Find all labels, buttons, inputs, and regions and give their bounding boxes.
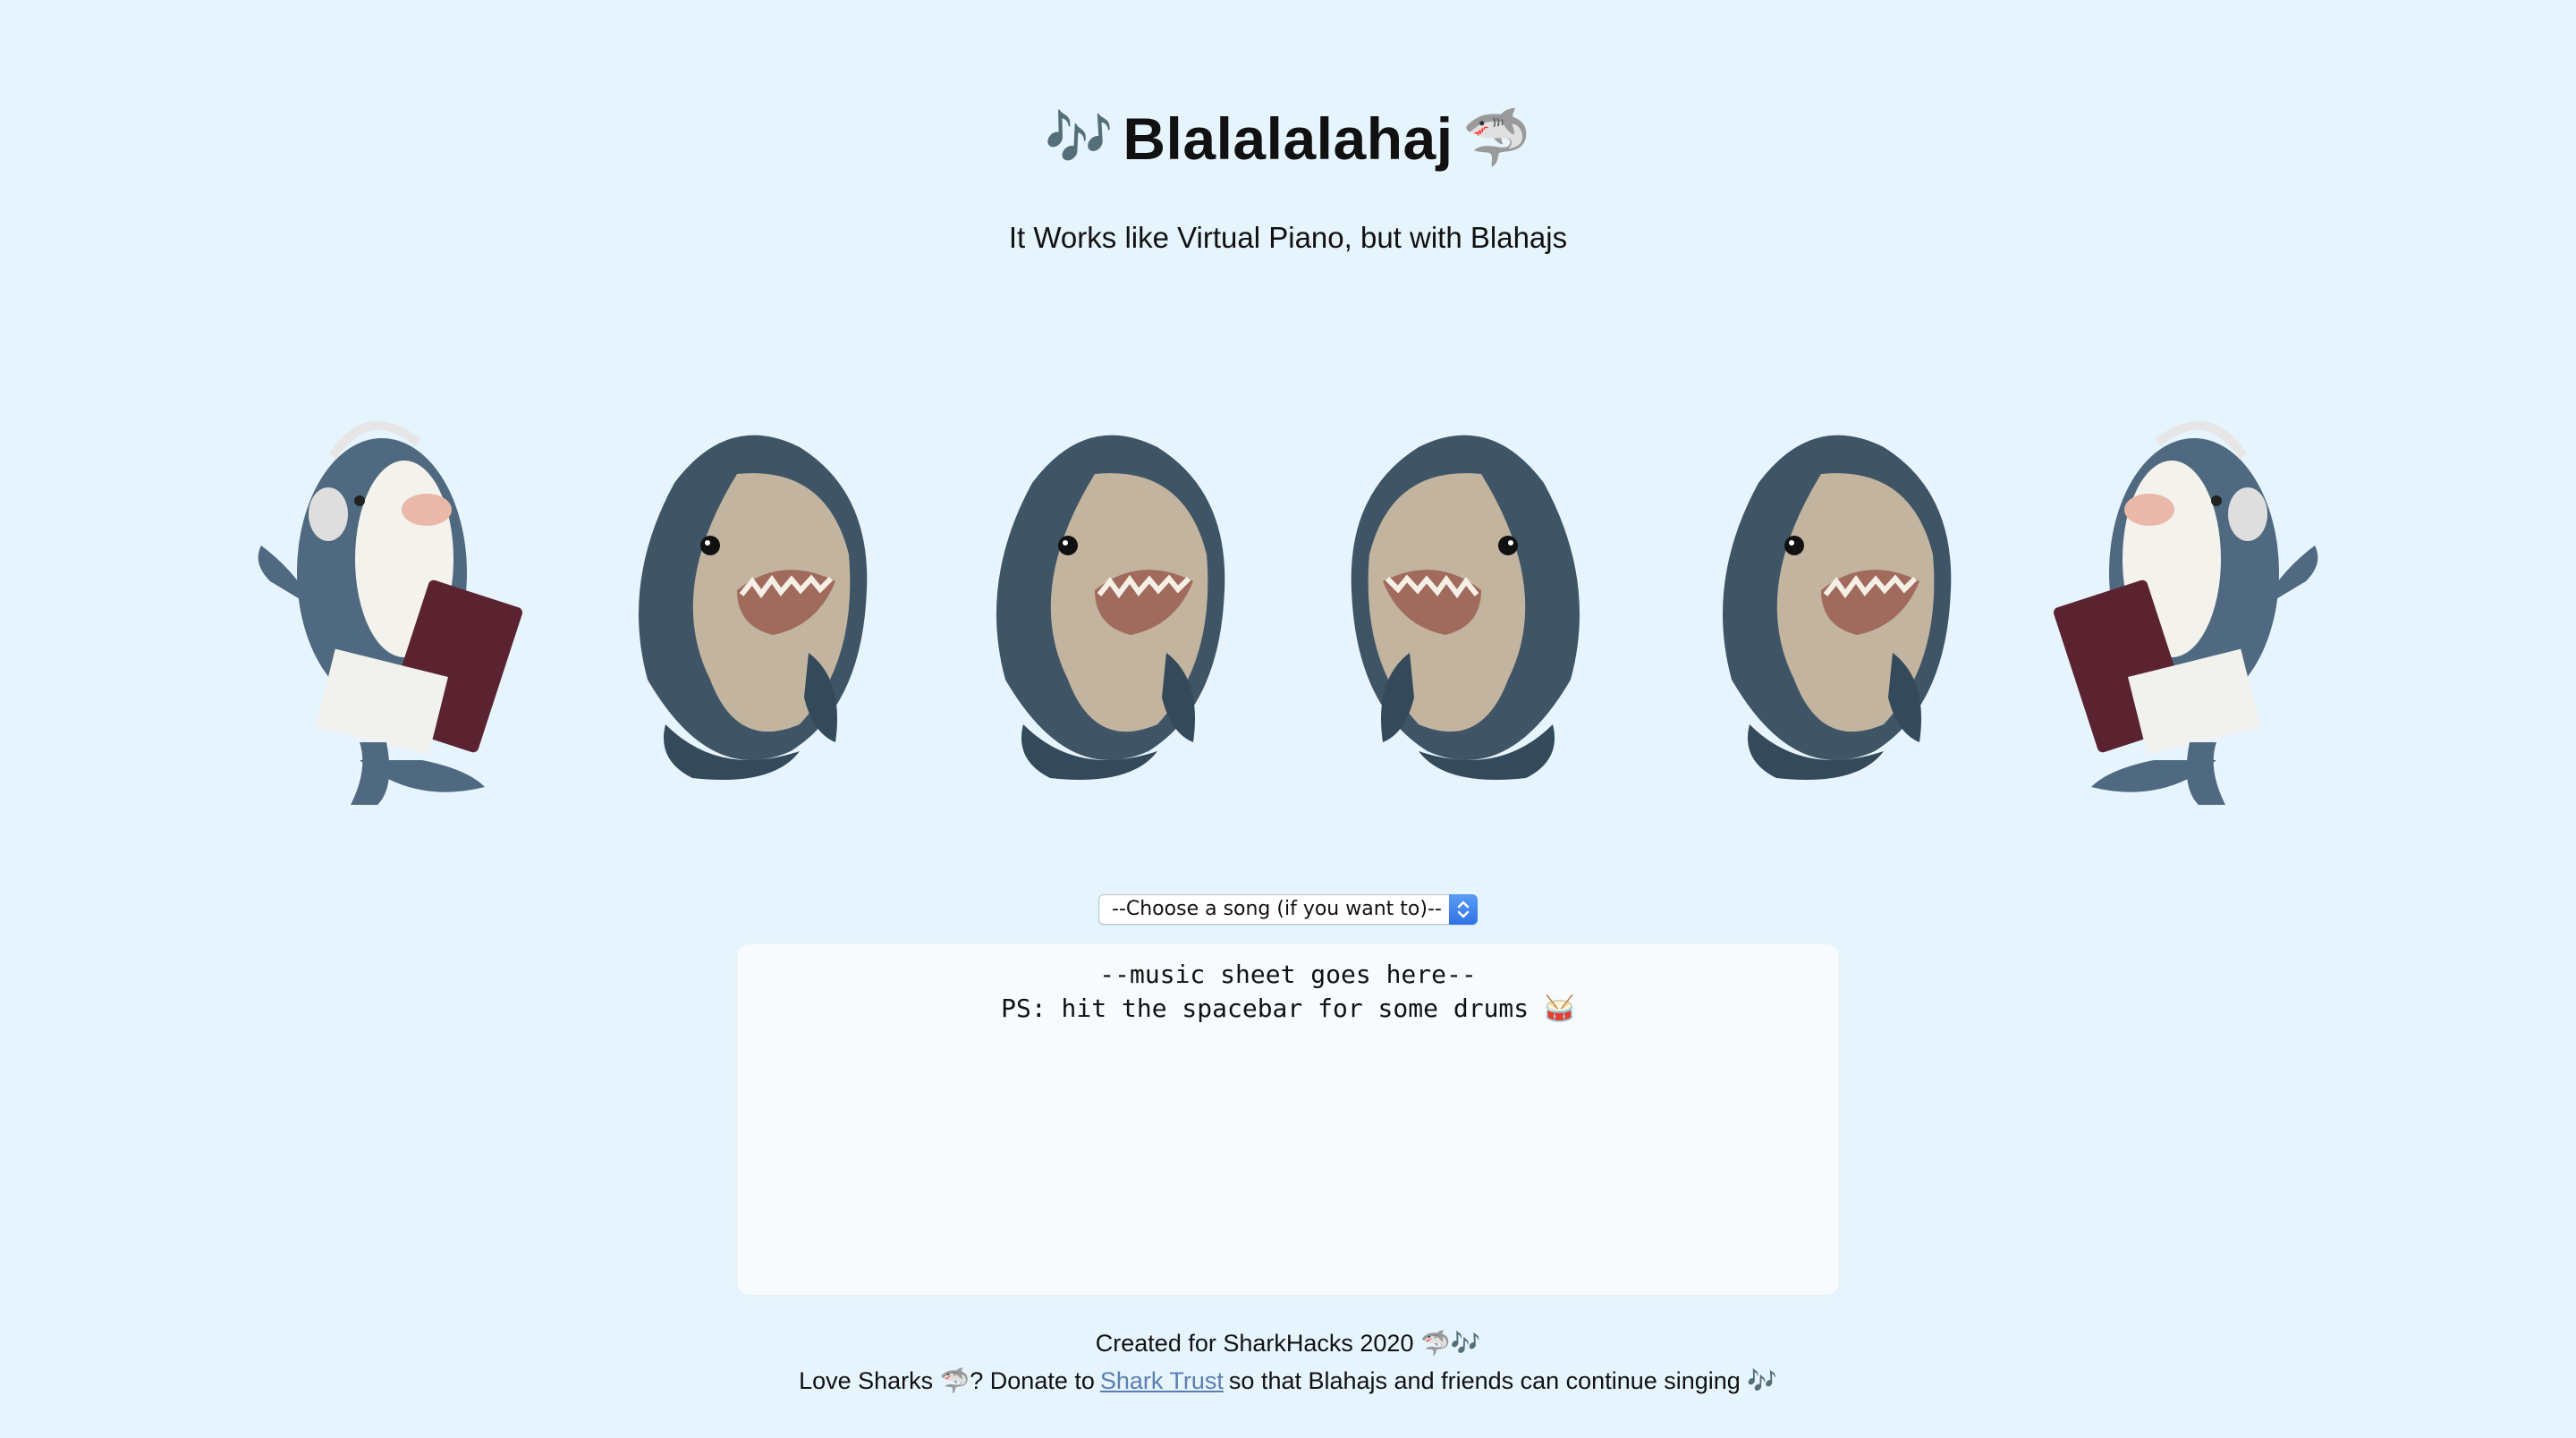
shark-key-5-icon[interactable] [1696, 411, 1964, 787]
footer-donate-text-before: Love Sharks 🦈? Donate to [799, 1367, 1095, 1394]
page-subtitle: It Works like Virtual Piano, but with Bl… [1008, 221, 1568, 254]
music-sheet: --music sheet goes here-- PS: hit the sp… [737, 944, 1839, 1295]
shark-icon: 🦈 [1462, 106, 1532, 169]
select-arrows-icon [1449, 894, 1478, 925]
music-notes-icon: 🎶 [1044, 106, 1114, 169]
song-select[interactable]: --Choose a song (if you want to)-- [1098, 894, 1478, 925]
footer-donate: Love Sharks 🦈? Donate to Shark Trust so th… [0, 1363, 2576, 1399]
footer-donate-text-after: so that Blahajs and friends can continue… [1228, 1367, 1777, 1394]
headphone-shark-left-icon[interactable] [234, 393, 538, 805]
shark-key-4-icon[interactable] [1338, 411, 1606, 787]
music-sheet-placeholder: --music sheet goes here-- [1099, 960, 1477, 989]
title-text: Blalalalahaj [1123, 106, 1453, 172]
footer-credit: Created for SharkHacks 2020 🦈🎶 [1095, 1330, 1481, 1357]
shark-key-3-icon[interactable] [970, 411, 1238, 787]
shark-key-2-icon[interactable] [612, 411, 880, 787]
headphone-shark-right-icon[interactable] [2038, 393, 2342, 805]
drums-hint: PS: hit the spacebar for some drums 🥁 [1001, 994, 1575, 1023]
shark-trust-link[interactable]: Shark Trust [1100, 1367, 1224, 1394]
song-select-value: --Choose a song (if you want to)-- [1112, 898, 1442, 920]
page-title: 🎶 Blalalalahaj 🦈 [0, 98, 2576, 184]
shark-keys-row [0, 393, 2576, 823]
